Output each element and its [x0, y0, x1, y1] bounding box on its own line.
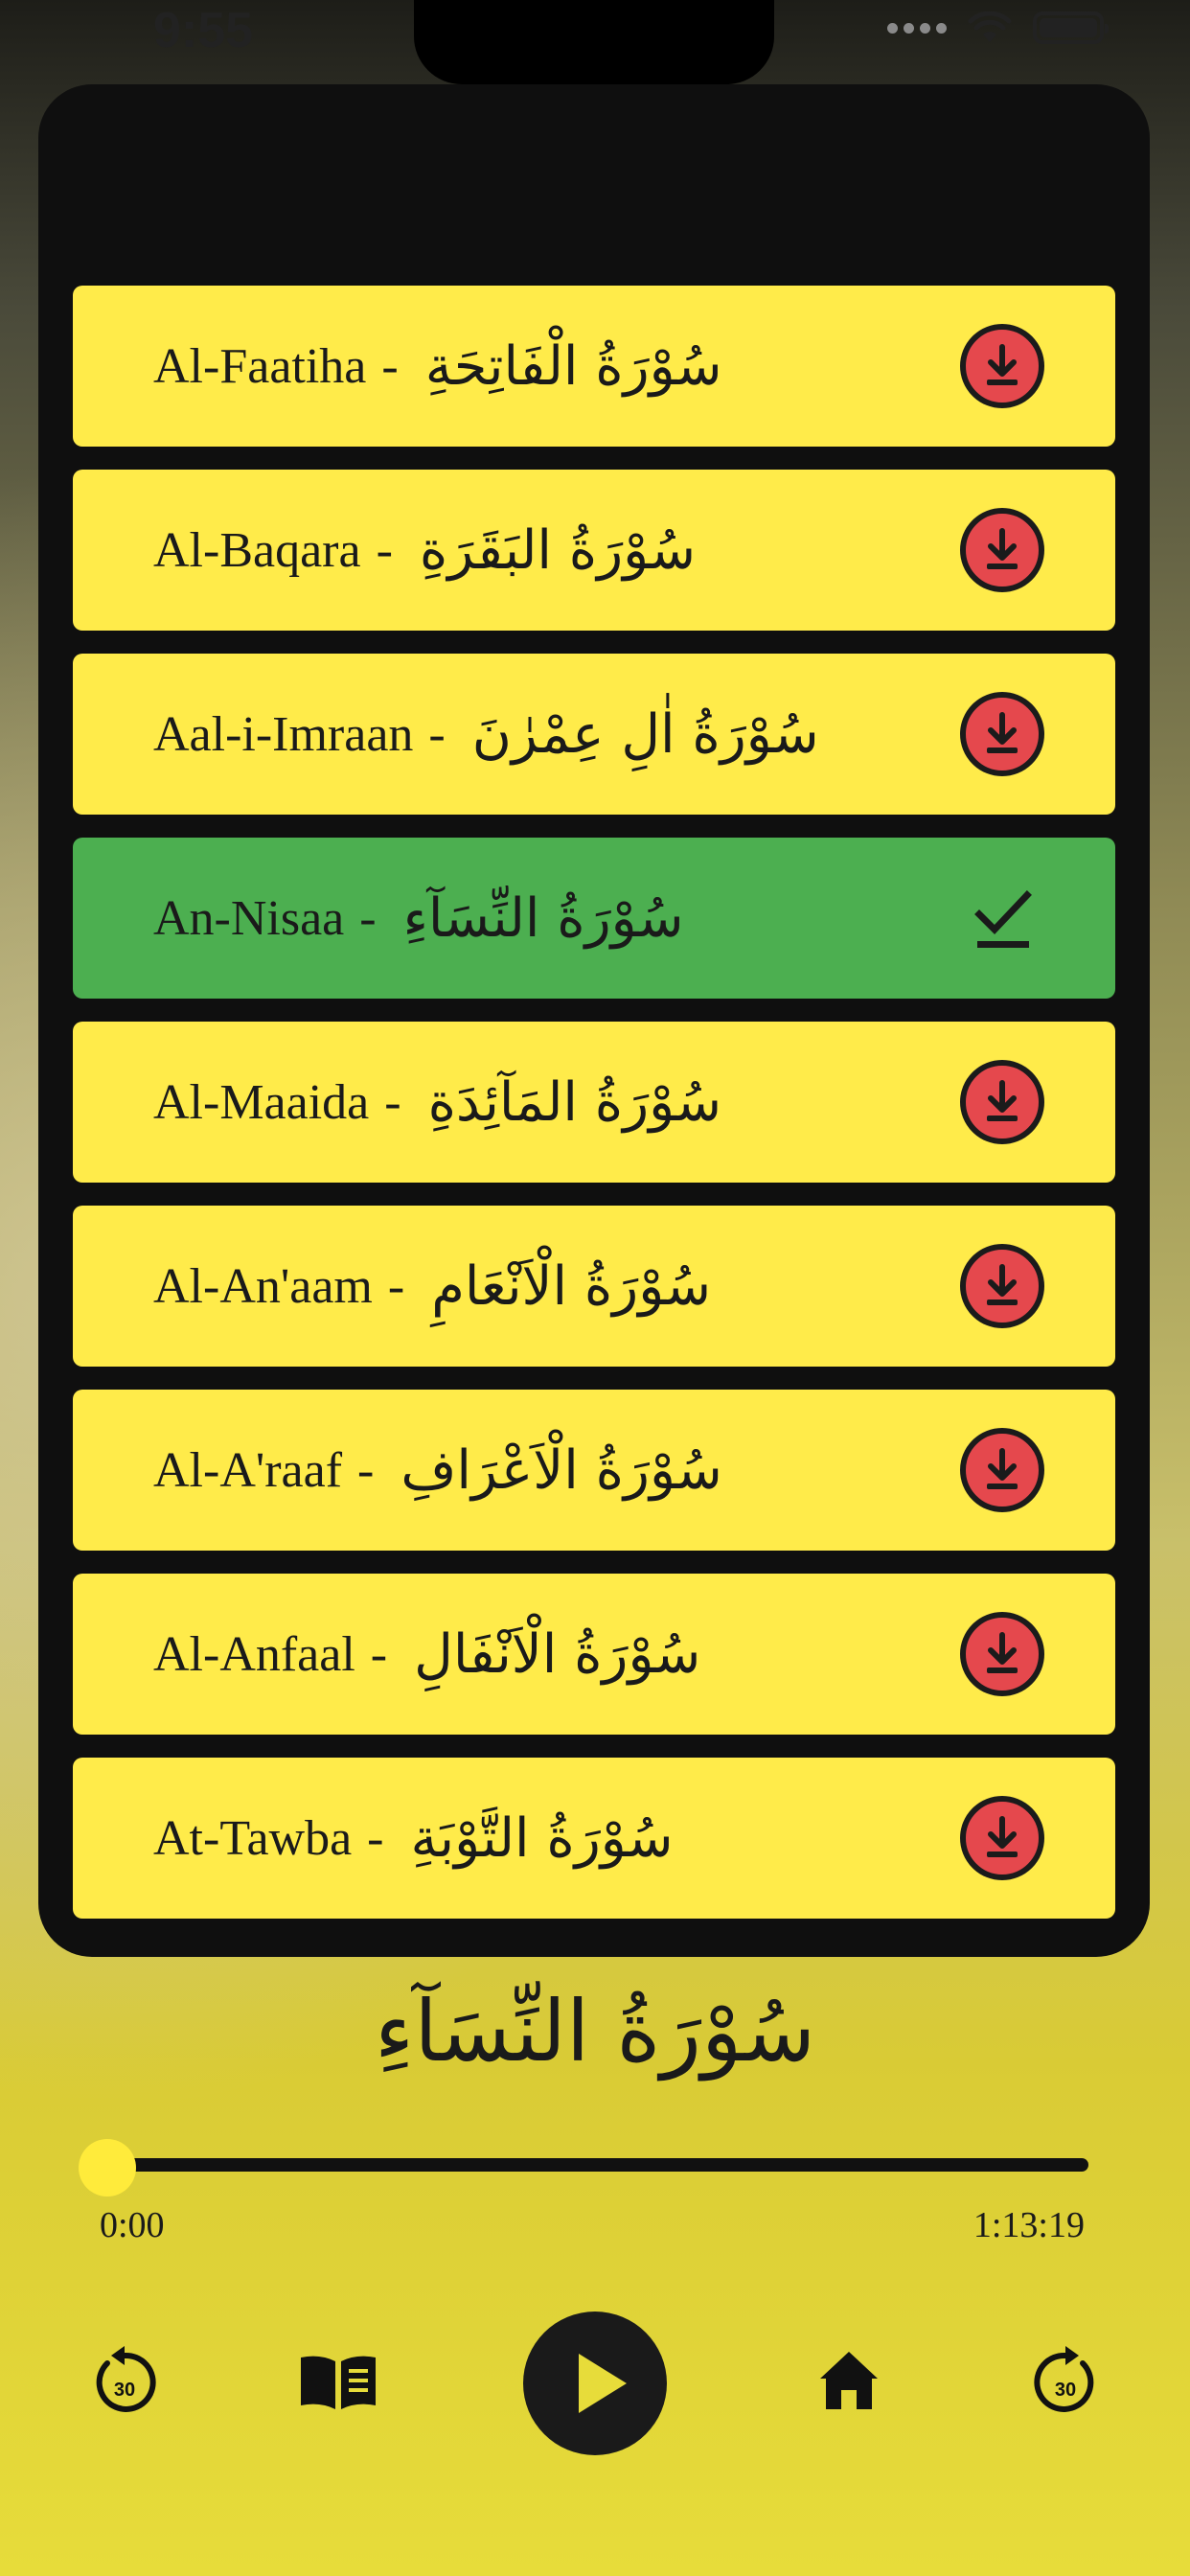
- status-time: 9:55: [153, 3, 254, 58]
- status-icons: [887, 12, 1109, 44]
- read-button[interactable]: [297, 2352, 379, 2413]
- download-button[interactable]: [960, 1796, 1044, 1880]
- name-separator: -: [357, 1442, 375, 1498]
- skip-forward-label: 30: [1055, 2380, 1076, 2401]
- download-icon: [960, 1060, 1044, 1144]
- now-playing-title: سُوْرَةُ النِّسَآءِ: [374, 1982, 816, 2081]
- home-button[interactable]: [816, 2348, 881, 2413]
- dynamic-island: [414, 0, 774, 84]
- name-separator: -: [370, 1626, 388, 1682]
- surah-row[interactable]: Al-Anfaal - سُوْرَةُ الْاَنْفَالِ: [73, 1574, 1115, 1735]
- skip-back-button[interactable]: 30: [90, 2342, 159, 2419]
- download-icon: [960, 1612, 1044, 1696]
- progress-knob[interactable]: [79, 2139, 136, 2196]
- download-icon: [960, 1244, 1044, 1328]
- surah-english-name: Al-Baqara: [153, 522, 361, 578]
- download-icon: [960, 324, 1044, 408]
- download-button[interactable]: [960, 1244, 1044, 1328]
- surah-english-name: Aal-i-Imraan: [153, 706, 414, 762]
- surah-row[interactable]: Al-Faatiha - سُوْرَةُ الْفَاتِحَةِ: [73, 286, 1115, 447]
- surah-english-name: Al-Anfaal: [153, 1626, 355, 1682]
- signal-icon: [887, 22, 947, 34]
- name-separator: -: [376, 522, 393, 578]
- name-separator: -: [381, 338, 399, 394]
- progress-track[interactable]: [80, 2158, 1088, 2172]
- surah-arabic-name: سُوْرَةُ الْاَعْرَافِ: [400, 1438, 722, 1502]
- surah-arabic-name: سُوْرَةُ الْفَاتِحَةِ: [424, 334, 722, 398]
- status-bar: 9:55: [0, 0, 1190, 84]
- play-button[interactable]: [523, 2312, 667, 2455]
- download-button[interactable]: [960, 508, 1044, 592]
- surah-english-name: Al-An'aam: [153, 1258, 373, 1314]
- surah-row[interactable]: Al-A'raaf - سُوْرَةُ الْاَعْرَافِ: [73, 1390, 1115, 1551]
- name-separator: -: [428, 706, 446, 762]
- download-button[interactable]: [960, 324, 1044, 408]
- surah-arabic-name: سُوْرَةُ اٰلِ عِمْرٰنَ: [471, 702, 819, 766]
- surah-arabic-name: سُوْرَةُ النِّسَآءِ: [402, 886, 684, 950]
- download-button[interactable]: [960, 1428, 1044, 1512]
- downloaded-checkmark-icon: [960, 876, 1044, 960]
- name-separator: -: [359, 890, 377, 946]
- download-icon: [960, 1796, 1044, 1880]
- skip-forward-button[interactable]: 30: [1031, 2342, 1100, 2419]
- surah-row[interactable]: Al-Baqara - سُوْرَةُ البَقَرَةِ: [73, 470, 1115, 631]
- surah-arabic-name: سُوْرَةُ البَقَرَةِ: [419, 518, 697, 582]
- surah-row[interactable]: Al-Maaida - سُوْرَةُ المَآئِدَةِ: [73, 1022, 1115, 1183]
- surah-english-name: Al-A'raaf: [153, 1442, 343, 1498]
- surah-row[interactable]: Al-An'aam - سُوْرَةُ الْاَنْعَامِ: [73, 1206, 1115, 1367]
- surah-row[interactable]: Aal-i-Imraan - سُوْرَةُ اٰلِ عِمْرٰنَ: [73, 654, 1115, 815]
- name-separator: -: [384, 1074, 401, 1130]
- current-time: 0:00: [100, 2205, 165, 2245]
- name-separator: -: [367, 1810, 384, 1866]
- download-button[interactable]: [960, 692, 1044, 776]
- surah-list: Al-Faatiha - سُوْرَةُ الْفَاتِحَةِ Al-Baqar…: [73, 286, 1115, 1942]
- download-icon: [960, 1428, 1044, 1512]
- download-icon: [960, 508, 1044, 592]
- surah-row[interactable]: An-Nisaa - سُوْرَةُ النِّسَآءِ: [73, 838, 1115, 999]
- surah-arabic-name: سُوْرَةُ الْاَنْفَالِ: [414, 1622, 701, 1686]
- surah-english-name: Al-Faatiha: [153, 338, 367, 394]
- surah-english-name: An-Nisaa: [153, 890, 345, 946]
- wifi-icon: [968, 12, 1012, 42]
- total-time: 1:13:19: [973, 2205, 1085, 2245]
- surah-english-name: Al-Maaida: [153, 1074, 370, 1130]
- surah-arabic-name: سُوْرَةُ الْاَنْعَامِ: [431, 1254, 712, 1318]
- surah-arabic-name: سُوْرَةُ المَآئِدَةِ: [427, 1070, 721, 1134]
- download-icon: [960, 692, 1044, 776]
- surah-english-name: At-Tawba: [153, 1810, 353, 1866]
- surah-arabic-name: سُوْرَةُ التَّوْبَةِ: [410, 1806, 674, 1870]
- download-button[interactable]: [960, 1060, 1044, 1144]
- download-button[interactable]: [960, 1612, 1044, 1696]
- play-icon: [579, 2354, 627, 2413]
- battery-icon: [1033, 12, 1109, 44]
- skip-back-label: 30: [114, 2380, 135, 2401]
- surah-row[interactable]: At-Tawba - سُوْرَةُ التَّوْبَةِ: [73, 1758, 1115, 1919]
- name-separator: -: [387, 1258, 405, 1314]
